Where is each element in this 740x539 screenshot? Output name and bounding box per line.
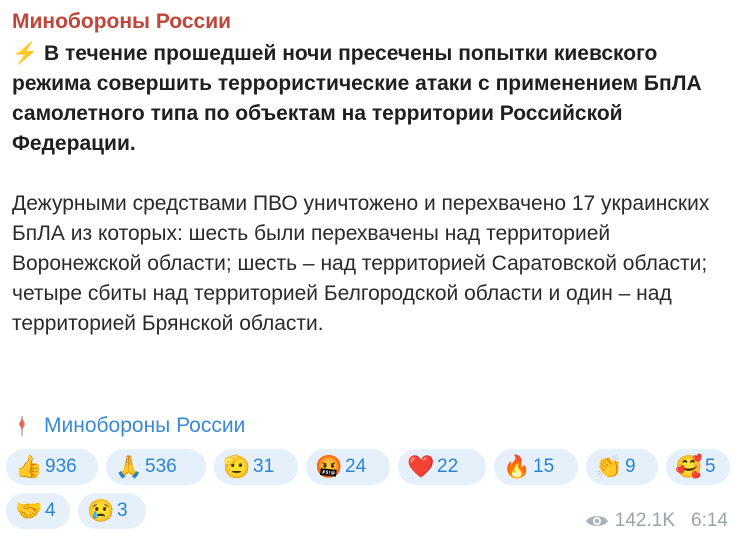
reaction-smiling-face-hearts[interactable]: 🥰 5 [666,449,730,485]
reaction-count: 936 [45,456,77,477]
post-body: Дежурными средствами ПВО уничтожено и пе… [12,192,710,335]
reaction-count: 15 [533,456,555,477]
smiling-face-hearts-icon: 🥰 [675,454,703,479]
clapping-hands-icon: 👏 [595,454,623,479]
folded-hands-icon: 🙏 [115,454,143,479]
eye-icon [585,513,609,529]
post-signature: Минобороны России [12,411,245,441]
red-heart-icon: ❤️ [407,454,435,479]
reaction-count: 3 [117,500,128,521]
lightning-icon: ⚡ [12,42,39,65]
reaction-count: 5 [705,456,716,477]
post-headline: ⚡ В течение прошедшей ночи пресечены попы… [12,39,712,159]
reaction-count: 31 [253,456,275,477]
reaction-saluting-face[interactable]: 🫡 31 [214,449,298,485]
thumbs-up-icon: 👍 [15,454,43,479]
reaction-cursing-face[interactable]: 🤬 24 [306,449,390,485]
post-meta: 142.1K 6:14 [585,510,728,532]
cursing-face-icon: 🤬 [315,454,343,479]
fire-icon: 🔥 [503,454,531,479]
reaction-count: 9 [625,456,636,477]
headline-text: В течение прошедшей ночи пресечены попыт… [12,42,702,155]
reaction-fire[interactable]: 🔥 15 [494,449,578,485]
post-time: 6:14 [691,510,728,531]
reaction-count: 4 [45,500,56,521]
handshake-icon: 🤝 [15,498,43,523]
signature-link[interactable]: Минобороны России [44,414,245,438]
reaction-row: 👍 936 🙏 536 🫡 31 🤬 24 ❤️ 22 🔥 15 👏 9 🥰 5 [6,449,734,485]
reaction-clapping-hands[interactable]: 👏 9 [586,449,658,485]
reaction-count: 536 [145,456,177,477]
saluting-face-icon: 🫡 [223,454,251,479]
crying-face-icon: 😢 [87,498,115,523]
reaction-crying-face[interactable]: 😢 3 [78,493,146,529]
reaction-thumbs-up[interactable]: 👍 936 [6,449,98,485]
reaction-count: 24 [345,456,367,477]
reaction-folded-hands[interactable]: 🙏 536 [106,449,206,485]
reaction-count: 22 [437,456,459,477]
reaction-handshake[interactable]: 🤝 4 [6,493,70,529]
reaction-red-heart[interactable]: ❤️ 22 [398,449,486,485]
pushpin-icon [12,413,32,439]
channel-name[interactable]: Минобороны России [12,7,728,37]
view-count: 142.1K [614,510,676,531]
